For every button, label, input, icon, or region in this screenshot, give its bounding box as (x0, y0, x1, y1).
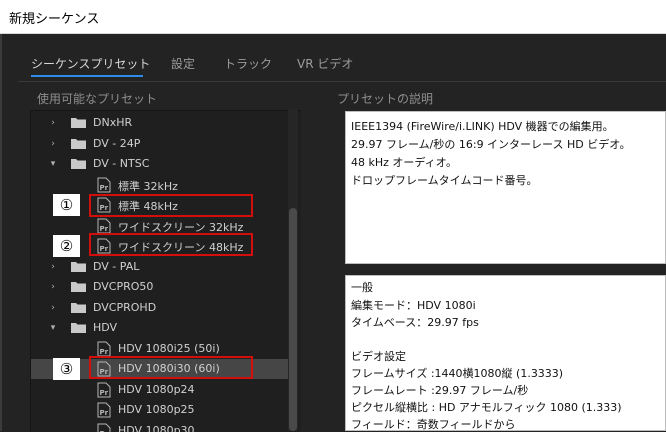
callout-box-1 (89, 194, 253, 217)
premiere-preset-icon: Pr (97, 177, 111, 193)
folder-icon (71, 138, 86, 149)
tree-folder-row[interactable]: › DNxHR (31, 113, 289, 133)
folder-icon (71, 158, 86, 169)
settings-line: フレームサイズ :1440横1080縦 (1.3333) (351, 365, 563, 381)
tree-preset-label: 標準 32kHz (118, 178, 178, 194)
callout-number-1: ① (53, 194, 80, 216)
callout-box-3 (89, 356, 253, 379)
tab-settings[interactable]: 設定 (171, 55, 195, 72)
tab-sequence-presets[interactable]: シーケンスプリセット (31, 55, 150, 72)
dialog-edge (0, 34, 2, 431)
tree-folder-label: DNxHR (93, 116, 132, 129)
settings-line: ピクセル縦横比 : HD アナモルフィック 1080 (1.333) (351, 399, 622, 415)
tree-preset-label: HDV 1080p24 (118, 383, 195, 396)
tree-scrollbar-thumb[interactable] (289, 208, 297, 431)
title-bar: 新規シーケンス (0, 0, 666, 34)
settings-heading-general: 一般 (351, 279, 373, 295)
settings-line: タイムベース：29.97 fps (351, 314, 479, 330)
tree-folder-label: DVCPROHD (93, 301, 156, 314)
tree-folder-label: DV - PAL (93, 260, 139, 273)
folder-icon (71, 117, 86, 128)
folder-icon (71, 281, 86, 292)
tree-folder-label: DV - 24P (93, 137, 140, 150)
tree-preset-row[interactable]: PrHDV 1080p30 (31, 421, 289, 432)
tab-tracks[interactable]: トラック (224, 55, 272, 72)
premiere-preset-icon: Pr (97, 341, 111, 357)
tree-folder-label: DV - NTSC (93, 157, 149, 170)
premiere-preset-icon: Pr (97, 218, 111, 234)
preset-description-box: IEEE1394 (FireWire/i.LINK) HDV 機器での編集用。 … (345, 111, 666, 264)
folder-icon (71, 322, 86, 333)
tree-folder-label: HDV (93, 321, 117, 334)
tree-folder-label: DVCPRO50 (93, 280, 153, 293)
chevron-down-icon[interactable]: ▾ (47, 158, 59, 170)
svg-text:Pr: Pr (100, 225, 109, 233)
tab-divider (18, 81, 666, 82)
tree-folder-row[interactable]: › DV - 24P (31, 134, 289, 154)
chevron-right-icon[interactable]: › (47, 302, 59, 314)
callout-box-2 (89, 233, 253, 256)
folder-icon (71, 302, 86, 313)
preset-tree: ›DNxHR›DV - 24P▾DV - NTSCPr標準 32kHzPr標準 … (30, 110, 301, 432)
description-line: ドロップフレームタイムコード番号。 (351, 172, 537, 188)
settings-line: 編集モード：HDV 1080i (351, 297, 476, 313)
chevron-right-icon[interactable]: › (47, 261, 59, 273)
tree-preset-row[interactable]: Pr HDV 1080p24 (31, 380, 289, 400)
window-title: 新規シーケンス (9, 8, 99, 27)
premiere-preset-icon: Pr (97, 382, 111, 398)
active-tab-indicator (31, 75, 143, 77)
tree-preset-row[interactable]: Pr 標準 32kHz (31, 175, 289, 195)
tab-vr-video[interactable]: VR ビデオ (297, 55, 353, 72)
folder-icon (71, 261, 86, 272)
preset-settings-box: 一般 編集モード：HDV 1080i タイムベース：29.97 fps ビデオ設… (345, 275, 666, 431)
description-line: IEEE1394 (FireWire/i.LINK) HDV 機器での編集用。 (351, 118, 614, 134)
chevron-right-icon[interactable]: › (47, 281, 59, 293)
callout-number-3: ③ (53, 358, 80, 380)
settings-heading-video: ビデオ設定 (351, 348, 406, 364)
settings-line: フレームレート :29.97 フレーム/秒 (351, 382, 528, 398)
svg-text:Pr: Pr (100, 409, 109, 417)
tree-folder-row[interactable]: › DVCPRO50 (31, 277, 289, 297)
tree-folder-row[interactable]: ▾ HDV (31, 318, 289, 338)
chevron-down-icon[interactable]: ▾ (47, 322, 59, 334)
callout-number-2: ② (53, 235, 80, 257)
tree-folder-row[interactable]: › DVCPROHD (31, 298, 289, 318)
settings-line: フィールド：奇数フィールドから (351, 416, 516, 431)
chevron-right-icon[interactable]: › (47, 138, 59, 150)
svg-text:Pr: Pr (100, 389, 109, 397)
description-line: 48 kHz オーディオ。 (351, 154, 457, 170)
description-line: 29.97 フレーム/秒の 16:9 インターレース HD ビデオ。 (351, 136, 631, 152)
svg-text:Pr: Pr (100, 348, 109, 356)
available-presets-label: 使用可能なプリセット (37, 90, 157, 107)
tree-preset-label: HDV 1080i25 (50i) (118, 342, 220, 355)
tree-folder-row[interactable]: › DV - PAL (31, 257, 289, 277)
svg-text:Pr: Pr (100, 184, 109, 192)
tree-preset-row[interactable]: Pr HDV 1080p25 (31, 400, 289, 420)
chevron-right-icon[interactable]: › (47, 117, 59, 129)
tree-folder-row[interactable]: ▾ DV - NTSC (31, 154, 289, 174)
tree-preset-label: HDV 1080p25 (118, 403, 195, 416)
premiere-preset-icon: Pr (97, 402, 111, 418)
preset-description-label: プリセットの説明 (337, 90, 433, 107)
